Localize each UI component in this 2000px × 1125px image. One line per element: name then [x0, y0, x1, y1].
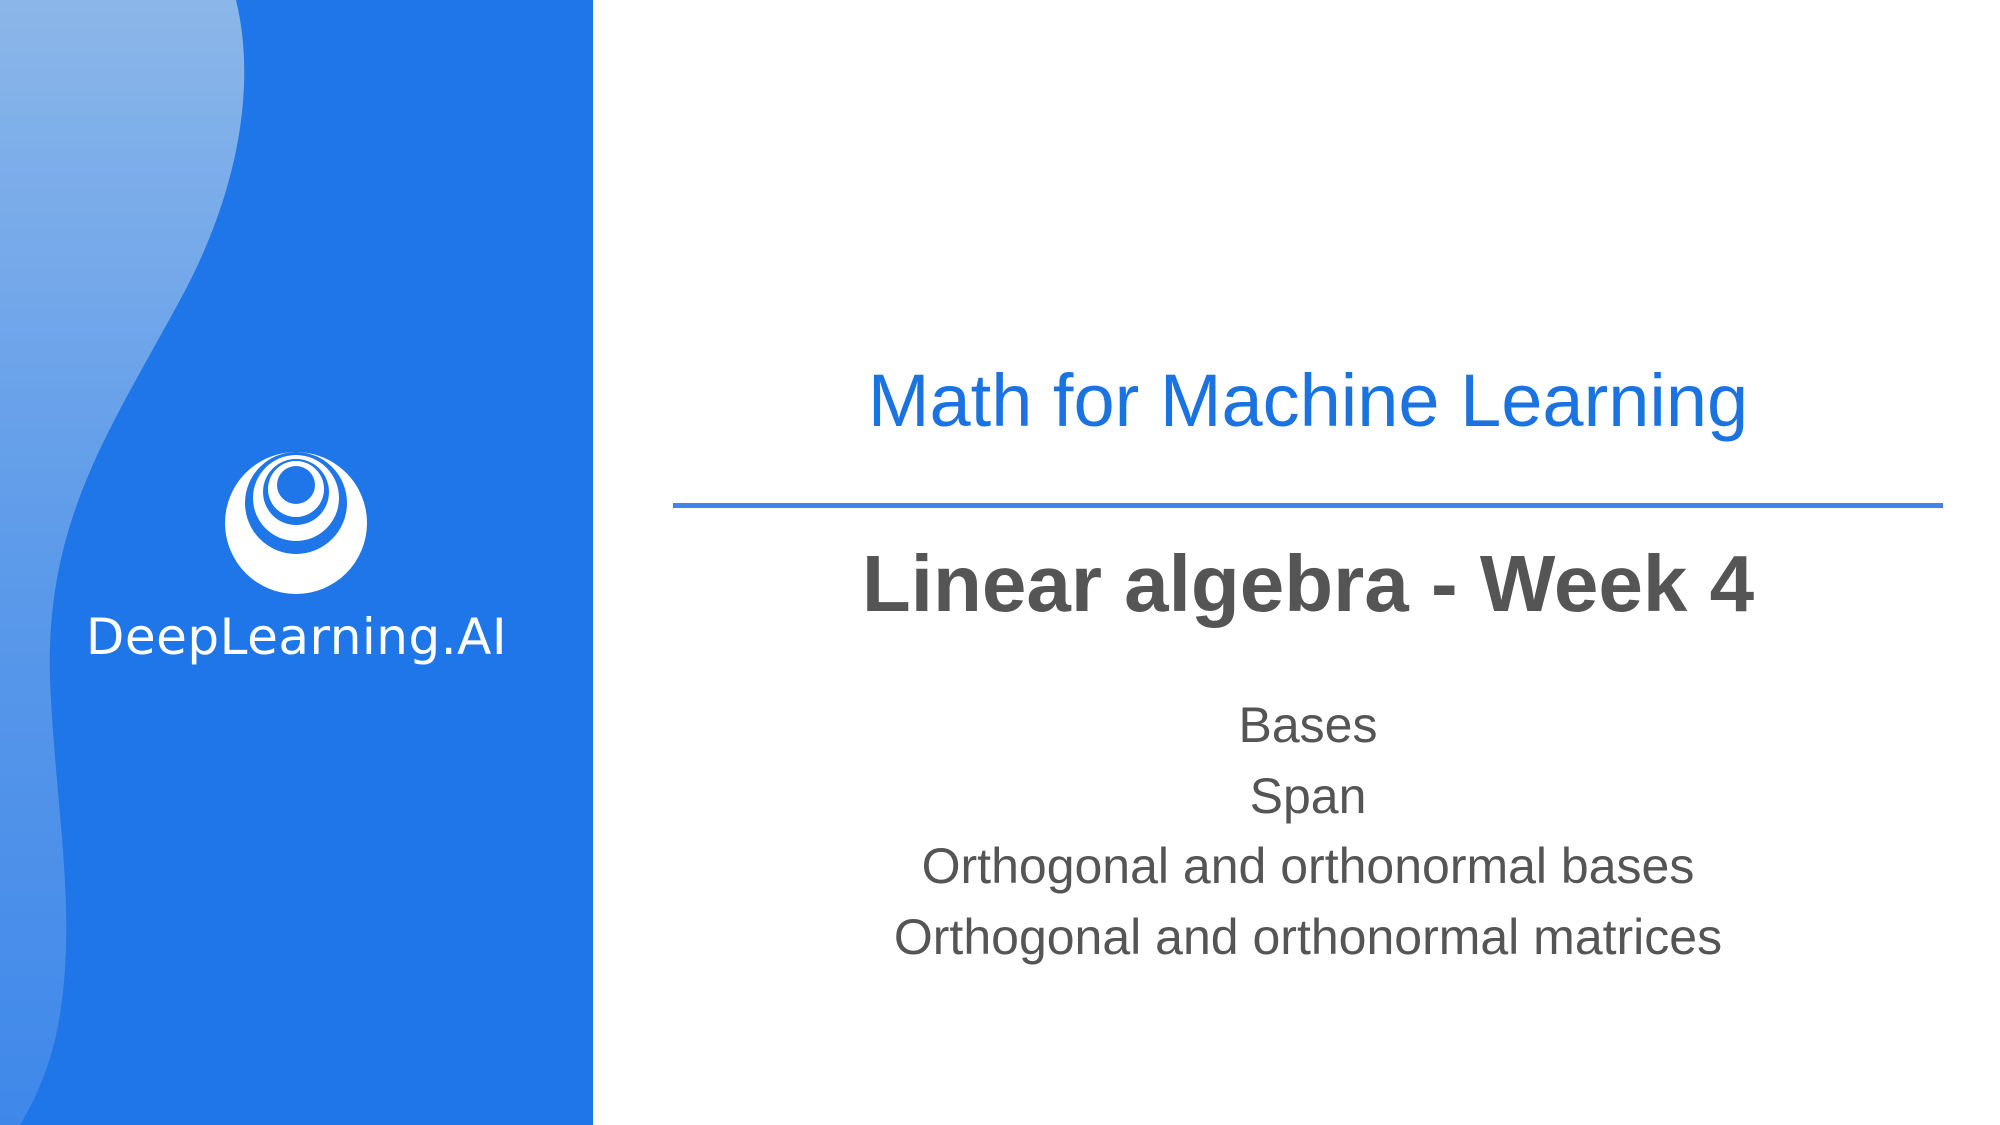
topic-item: Bases — [1238, 697, 1378, 753]
topic-list: Bases Span Orthogonal and orthonormal ba… — [673, 690, 1943, 972]
title-divider — [673, 503, 1943, 508]
topic-item: Span — [1249, 767, 1367, 824]
slide: DeepLearning.AI Math for Machine Learnin… — [0, 0, 2000, 1125]
course-title: Math for Machine Learning — [867, 359, 1749, 442]
topic-item: Orthogonal and orthonormal bases — [921, 838, 1695, 894]
brand-name: DeepLearning.AI — [85, 608, 508, 666]
lesson-title: Linear algebra - Week 4 — [861, 539, 1755, 628]
deeplearning-ai-logo-icon — [225, 452, 367, 594]
brand-panel: DeepLearning.AI — [0, 0, 593, 1125]
topic-item: Orthogonal and orthonormal matrices — [893, 908, 1723, 965]
